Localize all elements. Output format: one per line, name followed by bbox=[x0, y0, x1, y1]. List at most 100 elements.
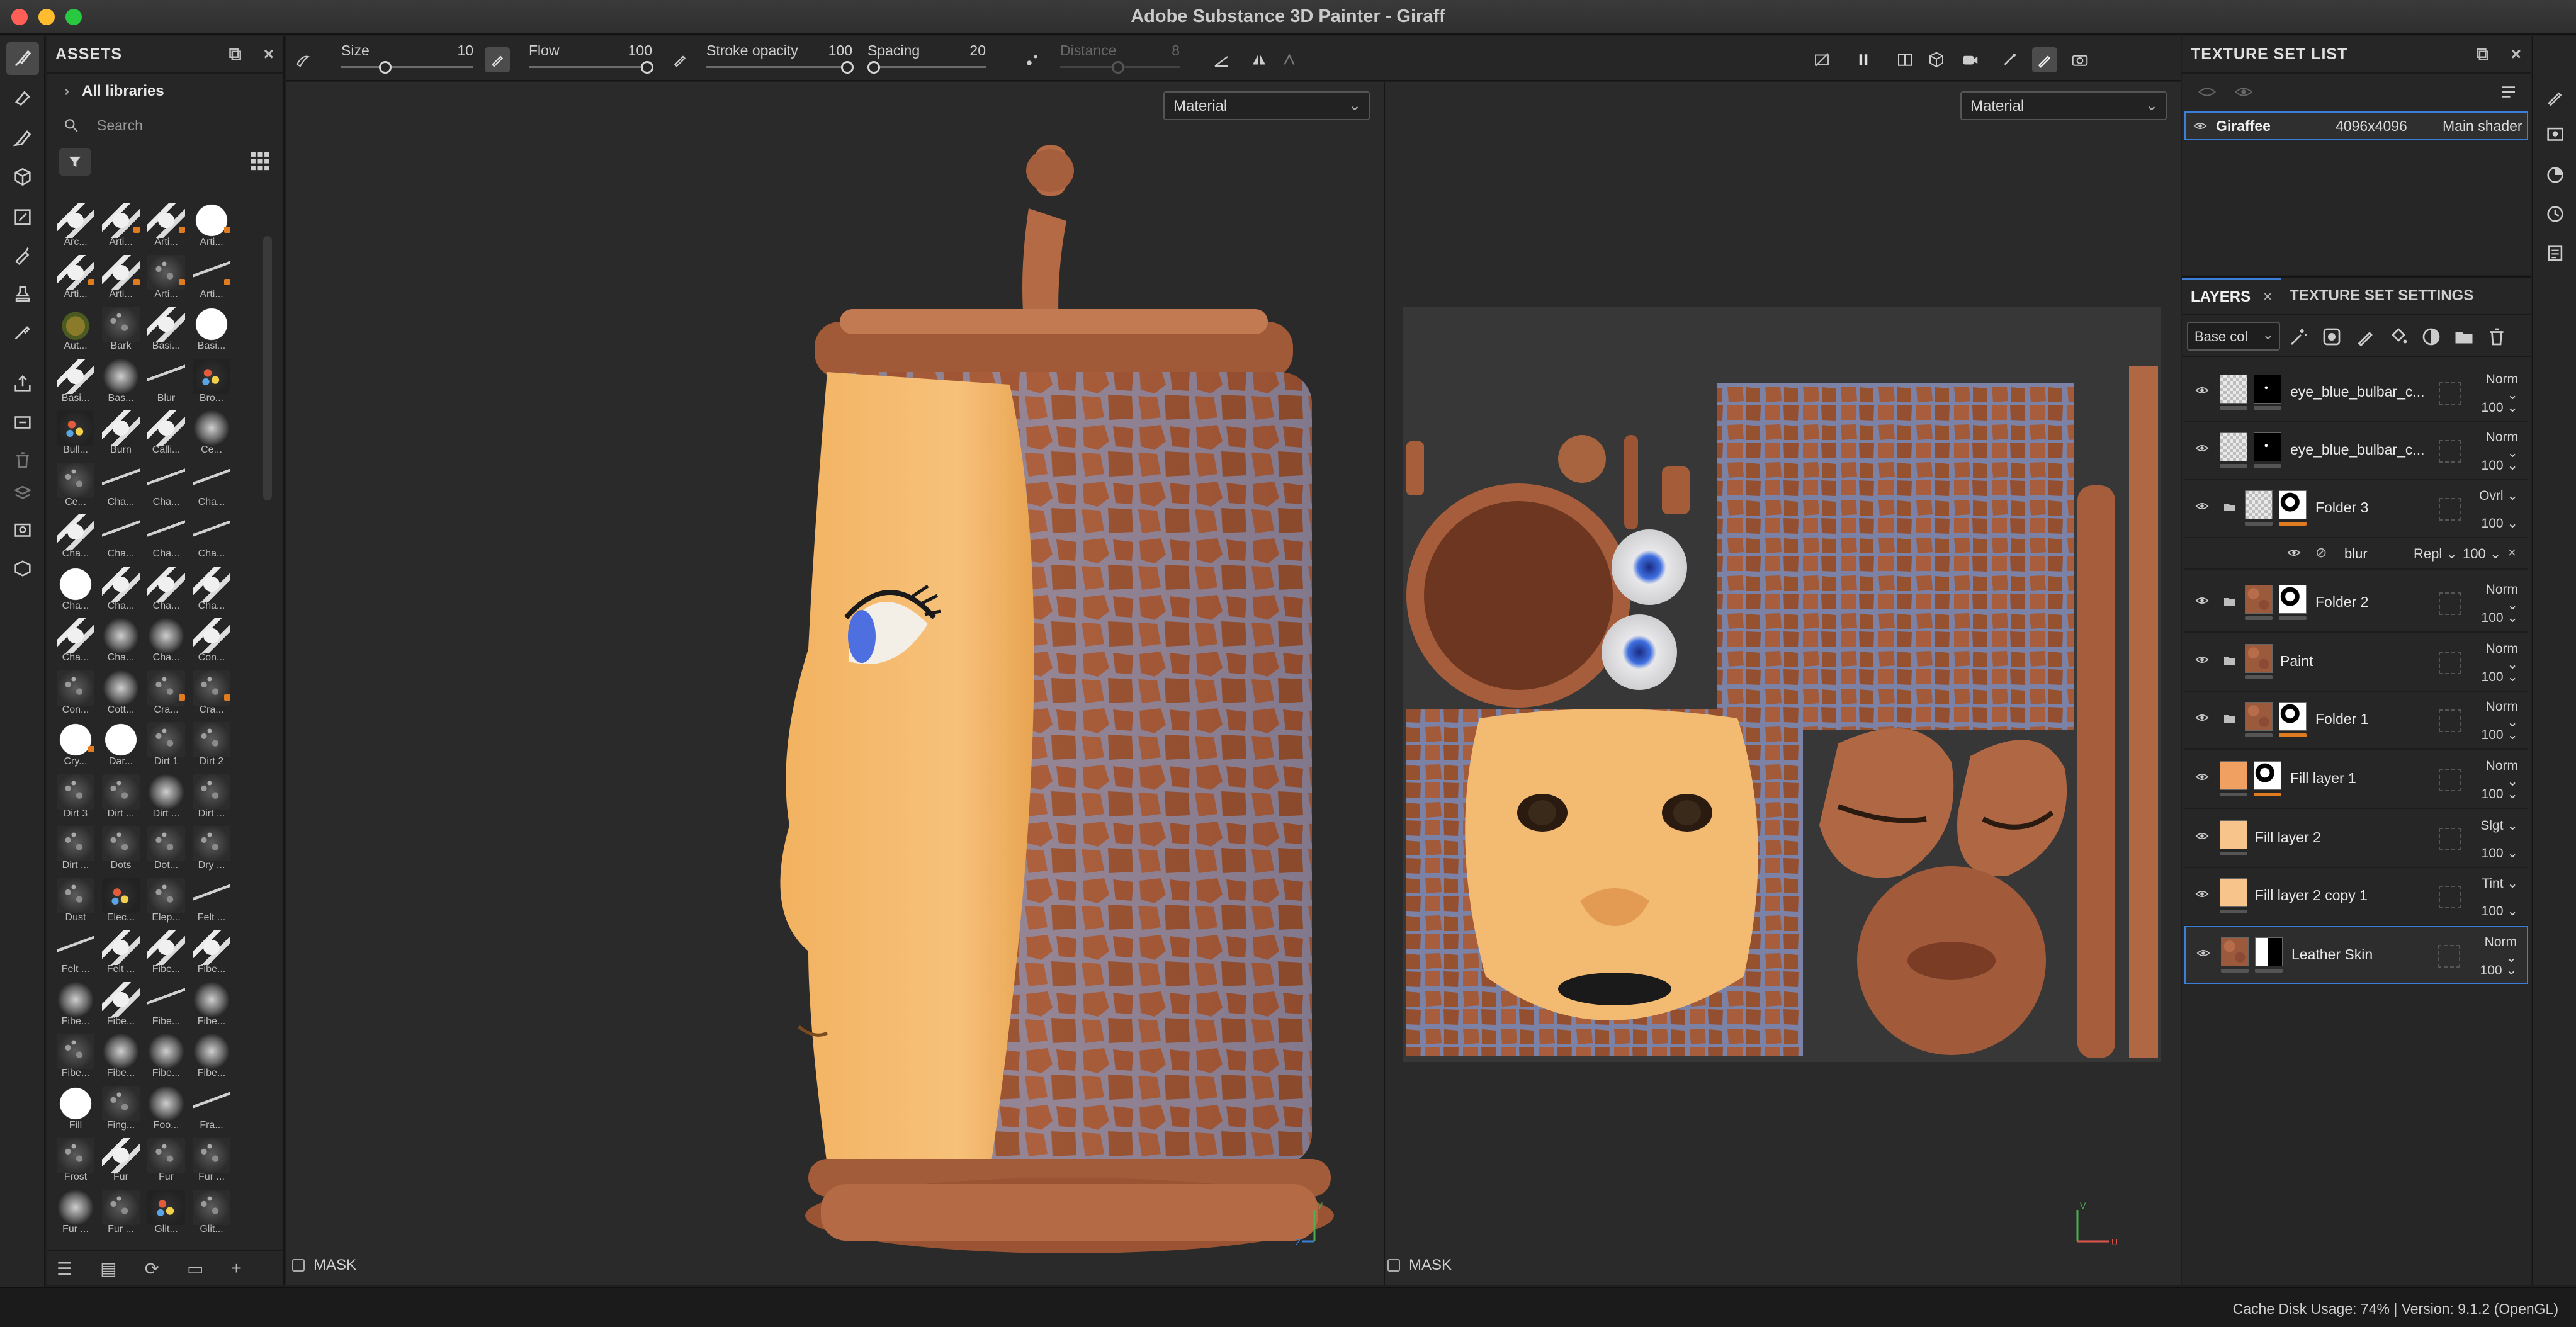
brush-item[interactable]: Felt ... bbox=[98, 927, 144, 979]
clone-tool[interactable] bbox=[6, 239, 39, 271]
blend-mode-select[interactable]: Norm ⌄ bbox=[2474, 430, 2518, 461]
brush-item[interactable]: Fibe... bbox=[98, 1031, 144, 1083]
environment-button[interactable] bbox=[1997, 47, 2022, 72]
smudge-tool[interactable] bbox=[6, 201, 39, 234]
layer-row[interactable]: eye_blue_bulbar_c... Norm ⌄ 100 ⌄ bbox=[2184, 364, 2528, 422]
blend-mode-select[interactable]: Norm ⌄ bbox=[2474, 759, 2518, 789]
eye-toggle-icon[interactable] bbox=[2197, 82, 2217, 101]
library-selector[interactable]: › All libraries bbox=[47, 74, 283, 109]
brush-item[interactable]: Cra... bbox=[144, 668, 189, 720]
layer-row[interactable]: Fill layer 1 Norm ⌄ 100 ⌄ bbox=[2184, 751, 2528, 809]
spacing-knob[interactable] bbox=[867, 61, 880, 74]
effect-opacity-field[interactable]: 100 ⌄ bbox=[2463, 546, 2501, 562]
symmetry-button[interactable] bbox=[1246, 47, 1272, 72]
texture-set-row[interactable]: Giraffee 4096x4096 Main shader bbox=[2184, 111, 2528, 140]
camera-button[interactable] bbox=[1958, 47, 1983, 72]
add-paint-layer-icon[interactable] bbox=[2354, 325, 2377, 348]
brush-item[interactable]: Glit... bbox=[144, 1187, 189, 1239]
blend-mode-select[interactable]: Tint ⌄ bbox=[2474, 876, 2518, 891]
close-icon[interactable]: × bbox=[264, 45, 274, 64]
add-smart-material-icon[interactable] bbox=[2420, 325, 2443, 348]
brush-item[interactable]: Cha... bbox=[53, 616, 98, 667]
mask-thumbnail[interactable] bbox=[2279, 702, 2307, 731]
close-icon[interactable]: × bbox=[2508, 545, 2516, 561]
snap-button[interactable] bbox=[1277, 47, 1302, 72]
layer-row[interactable]: Paint Norm ⌄ 100 ⌄ bbox=[2184, 634, 2528, 692]
eye-icon[interactable] bbox=[2193, 829, 2211, 846]
grid-view-icon[interactable] bbox=[249, 150, 271, 172]
opacity-field[interactable]: 100 ⌄ bbox=[2474, 786, 2518, 802]
brush-item[interactable]: Fibe... bbox=[98, 980, 144, 1031]
brush-item[interactable]: Arti... bbox=[98, 200, 144, 252]
brush-item[interactable]: Dirt ... bbox=[144, 772, 189, 823]
close-icon[interactable]: × bbox=[2263, 288, 2272, 306]
brush-item[interactable]: Cra... bbox=[189, 668, 234, 720]
spacing-slider[interactable]: Spacing 20 bbox=[867, 36, 986, 81]
blend-mode-select[interactable]: Norm ⌄ bbox=[2474, 699, 2518, 730]
display-mode-button[interactable] bbox=[1924, 47, 1949, 72]
brush-item[interactable]: Cha... bbox=[53, 564, 98, 616]
eye-icon[interactable] bbox=[2193, 653, 2211, 670]
brush-item[interactable]: Cha... bbox=[98, 460, 144, 512]
close-icon[interactable]: × bbox=[2511, 45, 2522, 64]
color-picker-tool[interactable] bbox=[6, 315, 39, 348]
bake-tool[interactable] bbox=[6, 406, 39, 439]
mask-thumbnail[interactable] bbox=[2254, 432, 2281, 461]
eye-icon[interactable] bbox=[2193, 441, 2211, 458]
eye-icon[interactable] bbox=[2193, 887, 2211, 904]
geometry-fill-tool[interactable] bbox=[6, 161, 39, 193]
brush-item[interactable]: Cry... bbox=[53, 720, 98, 771]
size-knob[interactable] bbox=[379, 61, 392, 74]
blend-mode-select[interactable]: Ovrl ⌄ bbox=[2474, 488, 2518, 504]
brush-item[interactable]: Calli... bbox=[144, 408, 189, 460]
mask-toggle-2d[interactable]: MASK bbox=[1387, 1256, 1452, 1274]
brush-properties-icon[interactable] bbox=[2545, 86, 2566, 108]
opacity-field[interactable]: 100 ⌄ bbox=[2474, 845, 2518, 861]
brush-item[interactable]: Con... bbox=[189, 616, 234, 667]
eye-icon[interactable] bbox=[2193, 383, 2211, 400]
eye-icon[interactable] bbox=[2193, 711, 2211, 728]
viewer-settings-tool[interactable] bbox=[6, 552, 39, 585]
log-icon[interactable] bbox=[2545, 242, 2566, 264]
brush-item[interactable]: Bro... bbox=[189, 356, 234, 408]
mask-thumbnail[interactable] bbox=[2279, 585, 2307, 614]
layer-row[interactable]: Fill layer 2 Slgt ⌄ 100 ⌄ bbox=[2184, 810, 2528, 868]
split-view-button[interactable] bbox=[1892, 47, 1918, 72]
pause-button[interactable] bbox=[1851, 47, 1876, 72]
brush-item[interactable]: Bull... bbox=[53, 408, 98, 460]
layer-row[interactable]: Folder 1 Norm ⌄ 100 ⌄ bbox=[2184, 692, 2528, 750]
lazy-mouse-toggle[interactable] bbox=[1020, 47, 1045, 72]
brush-item[interactable]: Fing... bbox=[98, 1083, 144, 1135]
mask-thumbnail[interactable] bbox=[2254, 375, 2281, 404]
brush-item[interactable]: Ce... bbox=[189, 408, 234, 460]
brush-item[interactable]: Cott... bbox=[98, 668, 144, 720]
eye-icon[interactable] bbox=[2285, 546, 2303, 563]
size-slider[interactable]: Size 10 bbox=[341, 36, 473, 81]
brush-item[interactable]: Cha... bbox=[144, 564, 189, 616]
folder-icon[interactable]: ▭ bbox=[187, 1258, 203, 1279]
channel-select[interactable]: Base col ⌄ bbox=[2187, 322, 2280, 351]
brush-item[interactable]: Cha... bbox=[189, 460, 234, 512]
add-mask-icon[interactable] bbox=[2320, 325, 2343, 348]
eye-icon[interactable] bbox=[2193, 499, 2211, 516]
stroke-opacity-knob[interactable] bbox=[841, 61, 854, 74]
viewport-3d[interactable]: Material ⌄ Y Z MASK bbox=[286, 82, 1384, 1285]
brush-item[interactable]: Fibe... bbox=[189, 1031, 234, 1083]
tab-texture-set-settings[interactable]: TEXTURE SET SETTINGS bbox=[2281, 278, 2482, 314]
paint-mode-button[interactable] bbox=[2032, 47, 2057, 72]
add-folder-icon[interactable] bbox=[2453, 325, 2475, 348]
brush-preset-button[interactable] bbox=[291, 47, 316, 72]
brush-item[interactable]: Frost bbox=[53, 1135, 98, 1187]
brush-item[interactable]: Dirt 2 bbox=[189, 720, 234, 771]
brush-item[interactable]: Cha... bbox=[98, 512, 144, 563]
eye-icon[interactable] bbox=[2193, 594, 2211, 611]
brush-item[interactable]: Con... bbox=[53, 668, 98, 720]
brush-item[interactable]: Dot... bbox=[144, 823, 189, 875]
brush-item[interactable]: Elep... bbox=[144, 876, 189, 927]
layer-row[interactable]: Leather Skin Norm ⌄ 100 ⌄ bbox=[2184, 926, 2528, 984]
effect-row[interactable]: ⊘ blur Repl ⌄ 100 ⌄ × bbox=[2184, 538, 2528, 570]
brush-item[interactable]: Fibe... bbox=[53, 980, 98, 1031]
blend-mode-select[interactable]: Norm ⌄ bbox=[2474, 641, 2518, 672]
hide-ui-button[interactable] bbox=[1809, 47, 1834, 72]
blend-mode-select[interactable]: Norm ⌄ bbox=[2473, 935, 2517, 966]
